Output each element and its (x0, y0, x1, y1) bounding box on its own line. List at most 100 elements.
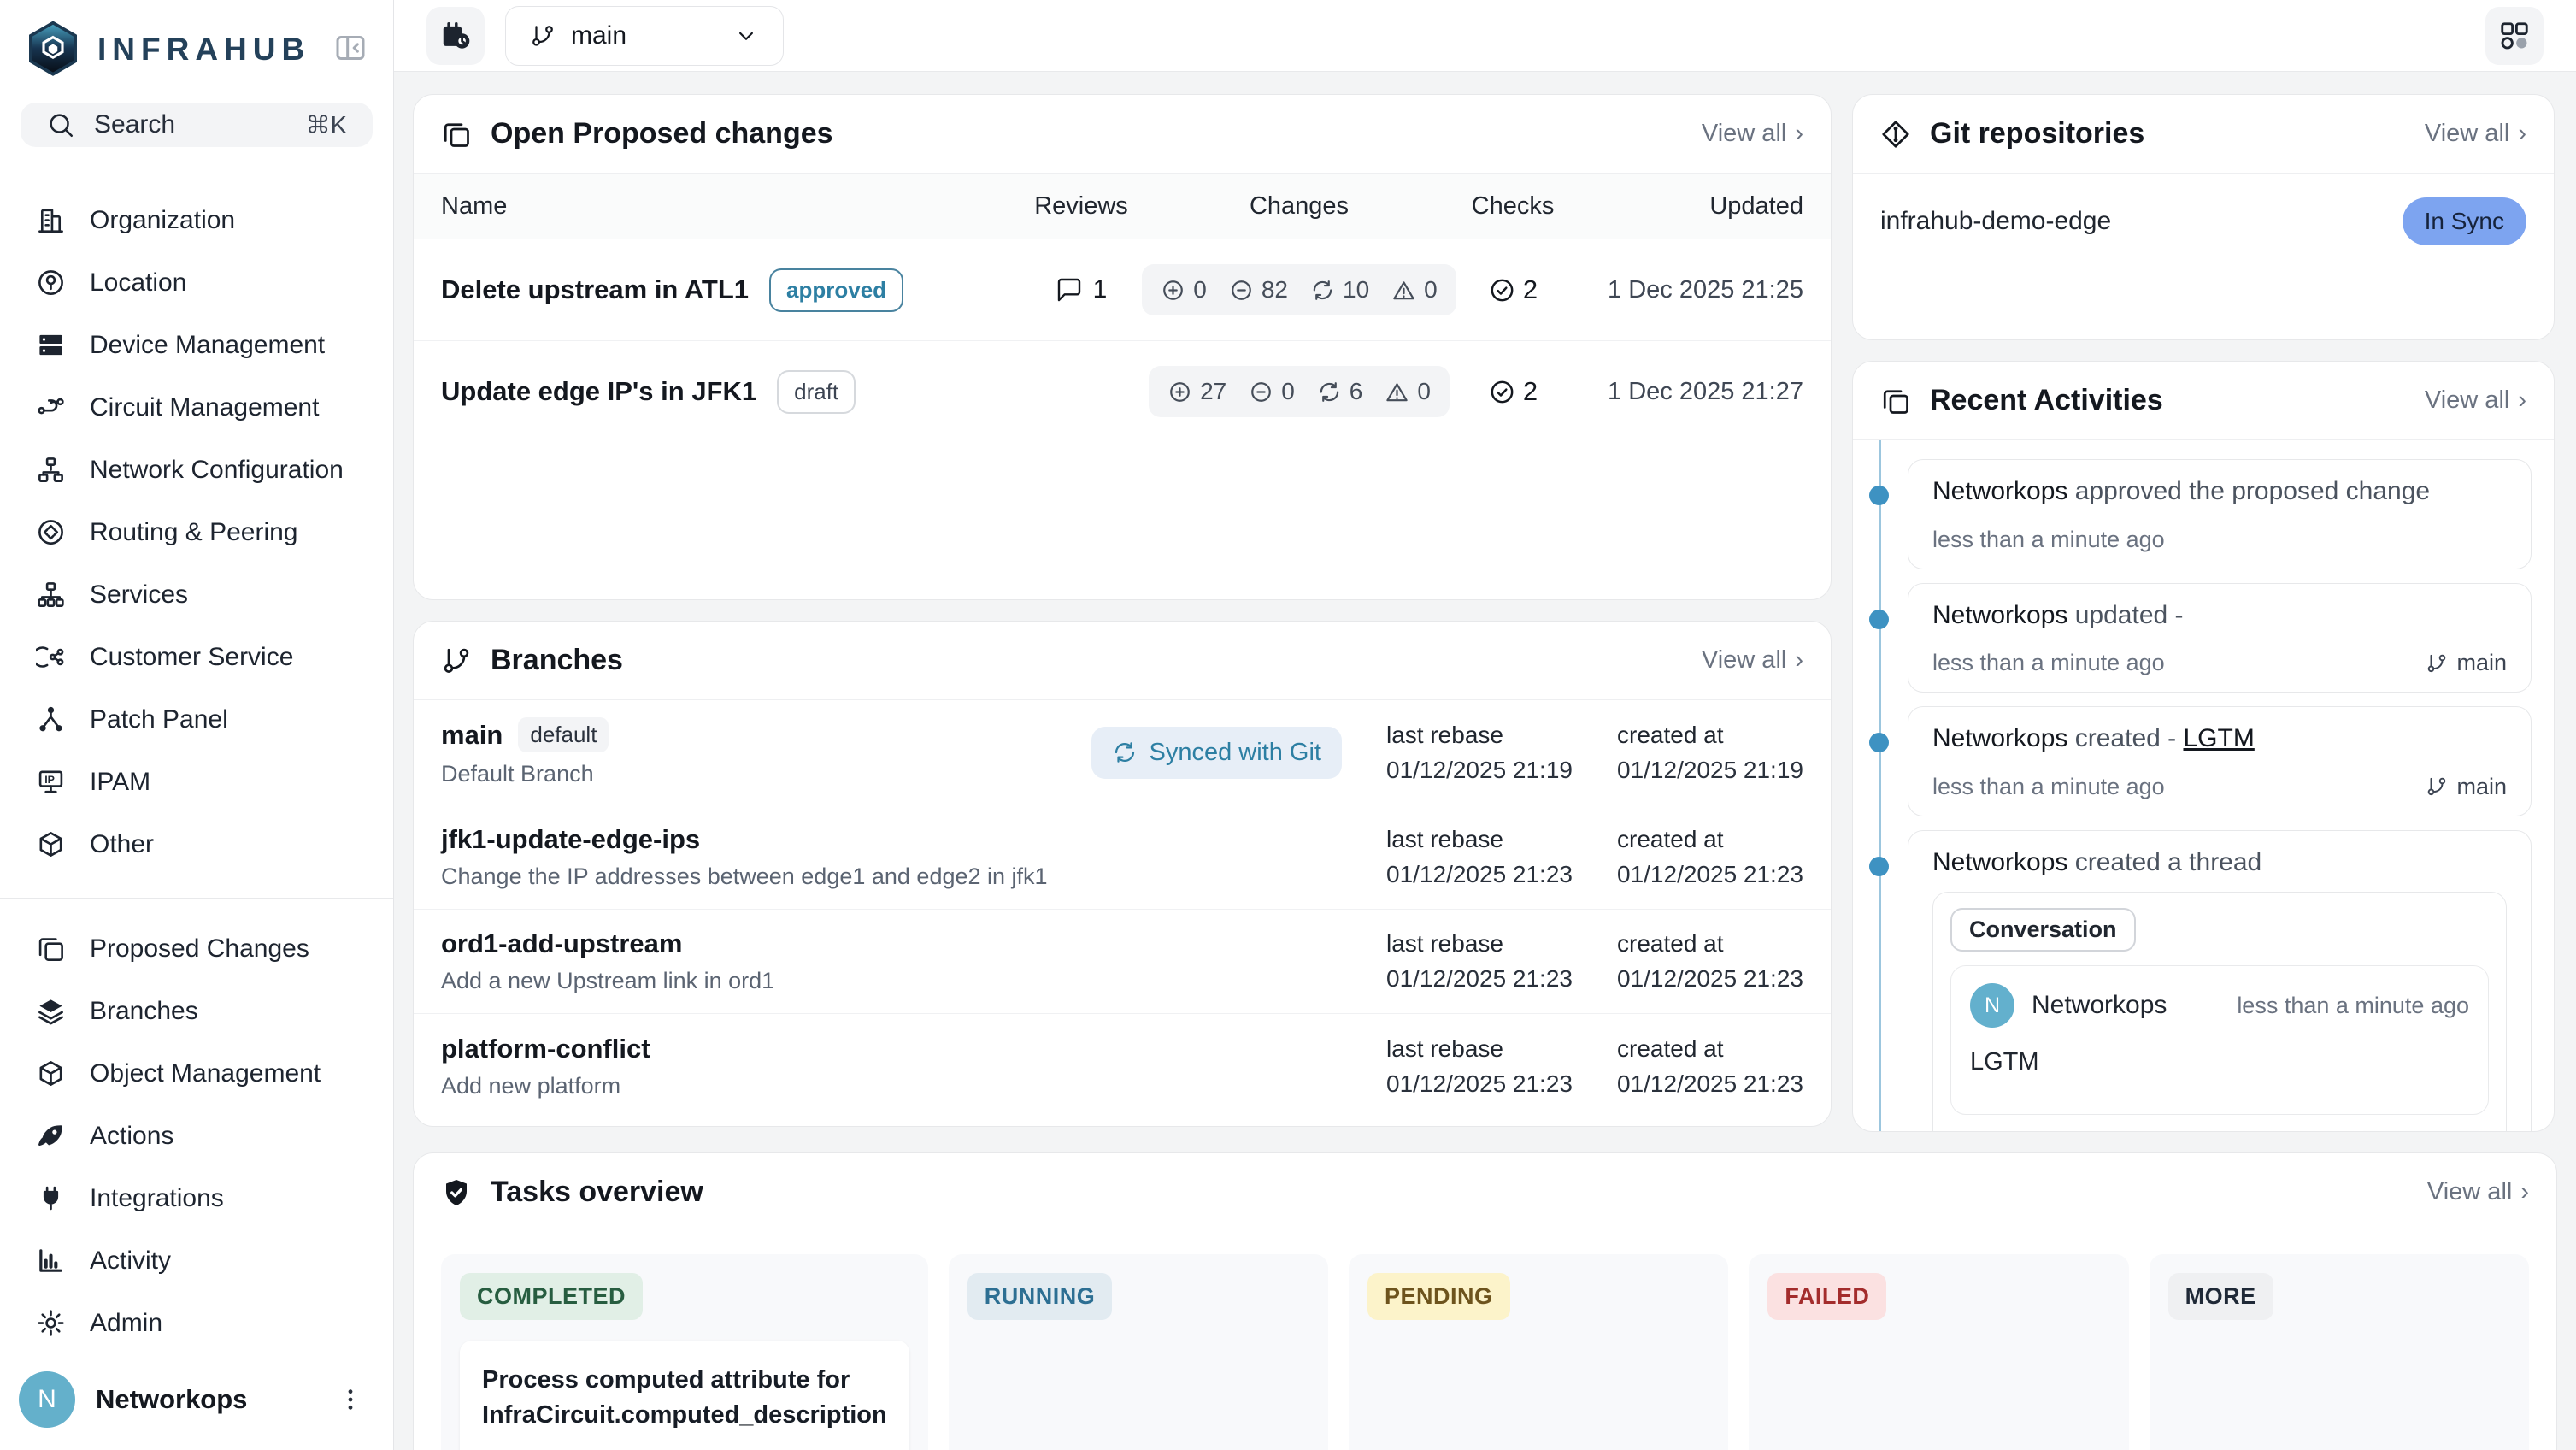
task-title: Process computed attribute for InfraCirc… (482, 1363, 887, 1432)
check-circle-icon (1488, 276, 1516, 304)
menu-label: Network Configuration (90, 456, 344, 485)
proposed-change-name[interactable]: Update edge IP's in JFK1 (441, 376, 756, 407)
sidebar-item-actions[interactable]: Actions (36, 1105, 393, 1167)
branch-row-main[interactable]: main default Default Branch Synced with … (414, 700, 1831, 805)
branches-card: Branches View all› main default Default … (413, 621, 1832, 1127)
sidebar-item-other[interactable]: Other (36, 813, 393, 875)
task-card[interactable]: Process computed attribute for InfraCirc… (460, 1341, 909, 1450)
sidebar-item-routing-peering[interactable]: Routing & Peering (36, 501, 393, 563)
activity-time: less than a minute ago (1932, 650, 2165, 676)
shield-check-icon (441, 1177, 472, 1208)
calendar-clock-icon (439, 20, 472, 52)
created-at-col: created at 01/12/2025 21:23 (1617, 1035, 1803, 1098)
branch-name[interactable]: platform-conflict (441, 1034, 650, 1064)
dots-vertical-icon[interactable] (337, 1386, 364, 1413)
activity-actor: Networkops (1932, 477, 2067, 505)
chevron-down-icon (733, 23, 759, 49)
gear-icon (36, 1308, 66, 1338)
activity-object-link[interactable]: LGTM (2183, 724, 2254, 752)
minus-circle-icon (1229, 278, 1254, 303)
branch-row[interactable]: ord1-add-upstream Add a new Upstream lin… (414, 910, 1831, 1014)
search-icon (46, 110, 75, 139)
branch-row[interactable]: jfk1-update-edge-ips Change the IP addre… (414, 805, 1831, 910)
activity-action: created a thread (2075, 848, 2261, 876)
search-input[interactable]: Search ⌘K (21, 103, 373, 147)
sidebar-item-ipam[interactable]: IP IPAM (36, 751, 393, 813)
plus-circle-icon (1161, 278, 1185, 303)
last-rebase-col: last rebase 01/12/2025 21:19 (1386, 722, 1573, 784)
column-checks: Checks (1472, 192, 1555, 221)
branch-name[interactable]: main (441, 720, 503, 751)
menu-label: Other (90, 830, 154, 859)
status-badge: draft (777, 370, 856, 414)
sync-status-badge: In Sync (2403, 197, 2526, 245)
sidebar-item-device-management[interactable]: Device Management (36, 314, 393, 376)
sidebar-item-location[interactable]: Location (36, 251, 393, 314)
changes-summary: 27 0 6 0 (1149, 366, 1450, 417)
menu-label: Circuit Management (90, 393, 319, 422)
user-menu[interactable]: N Networkops (0, 1354, 393, 1450)
activity-actor: Networkops (1932, 601, 2067, 629)
table-row[interactable]: Update edge IP's in JFK1 draft 27 0 6 0 … (414, 341, 1831, 442)
sidebar-item-customer-service[interactable]: Customer Service (36, 626, 393, 688)
sidebar-item-integrations[interactable]: Integrations (36, 1167, 393, 1229)
search-shortcut: ⌘K (306, 110, 347, 140)
recent-activities-view-all-link[interactable]: View all› (2425, 386, 2526, 415)
layers-icon (36, 996, 66, 1026)
infrahub-logo-icon (26, 21, 80, 79)
branch-selector-caret[interactable] (709, 7, 783, 65)
time-travel-button[interactable] (426, 7, 485, 65)
branch-row[interactable]: platform-conflict Add new platform last … (414, 1014, 1831, 1118)
synced-with-git-badge: Synced with Git (1091, 727, 1342, 779)
sidebar-item-object-management[interactable]: Object Management (36, 1042, 393, 1105)
sidebar-item-circuit-management[interactable]: Circuit Management (36, 376, 393, 439)
repository-row[interactable]: infrahub-demo-edge In Sync (1853, 173, 2554, 269)
server-icon (36, 330, 66, 360)
branch-selector[interactable]: main (505, 6, 784, 66)
sidebar-item-patch-panel[interactable]: Patch Panel (36, 688, 393, 751)
branch-selector-value[interactable]: main (506, 7, 709, 65)
sidebar-item-branches[interactable]: Branches (36, 980, 393, 1042)
sidebar-item-activity[interactable]: Activity (36, 1229, 393, 1292)
sidebar-collapse-button[interactable] (333, 31, 371, 68)
apps-grid-icon (2498, 20, 2531, 52)
activity-action: approved the proposed change (2075, 477, 2430, 505)
menu-label: Activity (90, 1247, 171, 1276)
updated-cell: 1 Dec 2025 21:27 (1608, 378, 1803, 406)
proposed-change-name[interactable]: Delete upstream in ATL1 (441, 274, 749, 305)
git-repositories-view-all-link[interactable]: View all› (2425, 120, 2526, 148)
current-branch-label: main (571, 21, 626, 50)
refresh-icon (1112, 740, 1138, 765)
branches-view-all-link[interactable]: View all› (1702, 646, 1803, 675)
sidebar-item-admin[interactable]: Admin (36, 1292, 393, 1354)
activity-actor: Networkops (1932, 848, 2067, 876)
tasks-view-all-link[interactable]: View all› (2427, 1178, 2529, 1206)
thread-box: Conversation N Networkops less than a mi… (1932, 892, 2507, 1132)
branch-name[interactable]: jfk1-update-edge-ips (441, 824, 700, 855)
sidebar-item-organization[interactable]: Organization (36, 189, 393, 251)
menu-label: Services (90, 581, 188, 610)
branch-description: Change the IP addresses between edge1 an… (441, 864, 1048, 890)
tasks-overview-card: Tasks overview View all› COMPLETED Proce… (413, 1152, 2557, 1450)
main-content: Open Proposed changes View all› Name Rev… (394, 72, 2576, 1450)
svg-text:IP: IP (44, 774, 55, 786)
branch-description: Default Branch (441, 761, 609, 787)
activity-actor: Networkops (1932, 724, 2067, 752)
activity-log-icon (1880, 386, 1911, 416)
last-rebase-col: last rebase 01/12/2025 21:23 (1386, 826, 1573, 888)
proposed-changes-view-all-link[interactable]: View all› (1702, 120, 1803, 148)
git-branch-icon (441, 645, 472, 676)
activity-branch: main (2426, 774, 2507, 800)
sidebar-item-network-configuration[interactable]: Network Configuration (36, 439, 393, 501)
apps-button[interactable] (2485, 7, 2544, 65)
menu-label: Customer Service (90, 643, 293, 672)
location-icon (36, 268, 66, 298)
menu-label: Location (90, 268, 186, 298)
tasks-column-failed: FAILED (1749, 1254, 2128, 1450)
repository-name[interactable]: infrahub-demo-edge (1880, 207, 2111, 236)
sidebar-item-services[interactable]: Services (36, 563, 393, 626)
table-row[interactable]: Delete upstream in ATL1 approved 1 0 82 … (414, 239, 1831, 341)
sidebar-item-proposed-changes[interactable]: Proposed Changes (36, 917, 393, 980)
branch-name[interactable]: ord1-add-upstream (441, 928, 682, 959)
created-at-col: created at 01/12/2025 21:23 (1617, 930, 1803, 993)
